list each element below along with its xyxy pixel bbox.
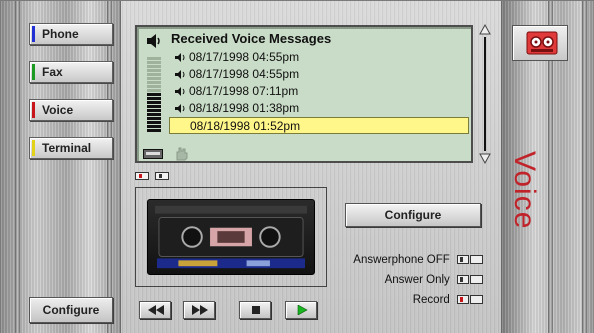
level-meter-segment [147,77,161,80]
panel-rail [107,1,112,333]
message-list: 08/17/1998 04:55pm 08/17/1998 04:55pm 08… [169,49,469,134]
panel-rail [15,1,20,333]
level-meter-segment [147,121,161,124]
cassette-small-icon [143,149,163,159]
right-channel-indicator [155,172,169,180]
cassette-tape-icon [147,199,315,275]
speaker-small-icon [175,53,185,62]
level-meter-segment [147,125,161,128]
answer-only-option[interactable]: Answer Only [385,273,483,287]
answer-only-label: Answer Only [384,274,450,286]
message-item[interactable]: 08/17/1998 04:55pm [169,49,469,66]
nav-fax-label: Fax [42,65,63,79]
speaker-small-icon [175,70,185,79]
level-meter-segment [147,117,161,120]
level-meter-segment [147,89,161,92]
level-meter-segment [147,93,161,96]
answerphone-off-label: Answerphone OFF [353,254,450,266]
app-window: Phone Fax Voice Terminal Configure Recei… [0,0,594,333]
record-label: Record [412,294,450,306]
play-button[interactable] [285,301,317,319]
answerphone-off-toggle[interactable] [457,255,483,265]
record-toggle[interactable] [457,295,483,305]
message-timestamp: 08/17/1998 04:55pm [189,67,300,81]
message-item[interactable]: 08/17/1998 04:55pm [169,66,469,83]
level-meter-segment [147,109,161,112]
nav-terminal-label: Terminal [42,141,92,155]
terminal-color-bar [32,140,35,156]
nav-phone-label: Phone [42,27,79,41]
nav-phone-button[interactable]: Phone [29,23,113,45]
play-icon [297,305,308,315]
right-panel: Voice [501,1,594,333]
tape-recorder-button[interactable] [512,25,568,61]
level-meter-segment [147,57,161,60]
voice-color-bar [32,102,35,118]
phone-color-bar [32,26,35,42]
stop-icon [252,306,260,314]
answerphone-off-option[interactable]: Answerphone OFF [353,253,483,267]
tape-recorder-icon [526,31,558,55]
speaker-small-icon [175,104,185,113]
level-meter-segment [147,65,161,68]
level-meter-segment [147,81,161,84]
message-item[interactable]: 08/17/1998 07:11pm [169,83,469,100]
voice-section-label: Voice [508,151,541,230]
nav-terminal-button[interactable]: Terminal [29,137,113,159]
level-meter-segment [147,101,161,104]
stop-button[interactable] [239,301,271,319]
level-meter-segment [147,97,161,100]
level-meter-segment [147,61,161,64]
speaker-icon [147,34,160,48]
messages-title: Received Voice Messages [171,31,332,46]
hand-icon [176,147,188,161]
nav-fax-button[interactable]: Fax [29,61,113,83]
level-meter-segment [147,85,161,88]
left-nav-panel: Phone Fax Voice Terminal Configure [1,1,121,333]
message-item-selected[interactable]: 08/18/1998 01:52pm [169,117,469,134]
rewind-icon [148,305,164,315]
message-timestamp: 08/17/1998 07:11pm [189,84,299,98]
level-meter-segment [147,69,161,72]
messages-display: Received Voice Messages 08/17/1998 04:55… [135,25,473,163]
level-meter-segment [147,113,161,116]
fast-forward-button[interactable] [183,301,215,319]
configure-nav-button[interactable]: Configure [29,297,113,323]
nav-voice-label: Voice [42,103,74,117]
rewind-button[interactable] [139,301,171,319]
messages-scrollbar[interactable] [479,23,491,165]
message-item[interactable]: 08/18/1998 01:38pm [169,100,469,117]
message-timestamp: 08/18/1998 01:38pm [189,101,300,115]
level-meter-segment [147,129,161,132]
fax-color-bar [32,64,35,80]
panel-rail [582,1,587,333]
voice-main-panel: Received Voice Messages 08/17/1998 04:55… [121,1,501,333]
record-option[interactable]: Record [413,293,483,307]
message-timestamp: 08/17/1998 04:55pm [189,50,300,64]
answer-only-toggle[interactable] [457,275,483,285]
level-meter-segment [147,105,161,108]
left-channel-indicator [135,172,149,180]
level-meter-segment [147,73,161,76]
fast-forward-icon [192,305,208,315]
message-timestamp: 08/18/1998 01:52pm [190,119,301,133]
nav-voice-button[interactable]: Voice [29,99,113,121]
configure-button[interactable]: Configure [345,203,481,227]
level-meter [147,57,161,133]
speaker-small-icon [175,87,185,96]
